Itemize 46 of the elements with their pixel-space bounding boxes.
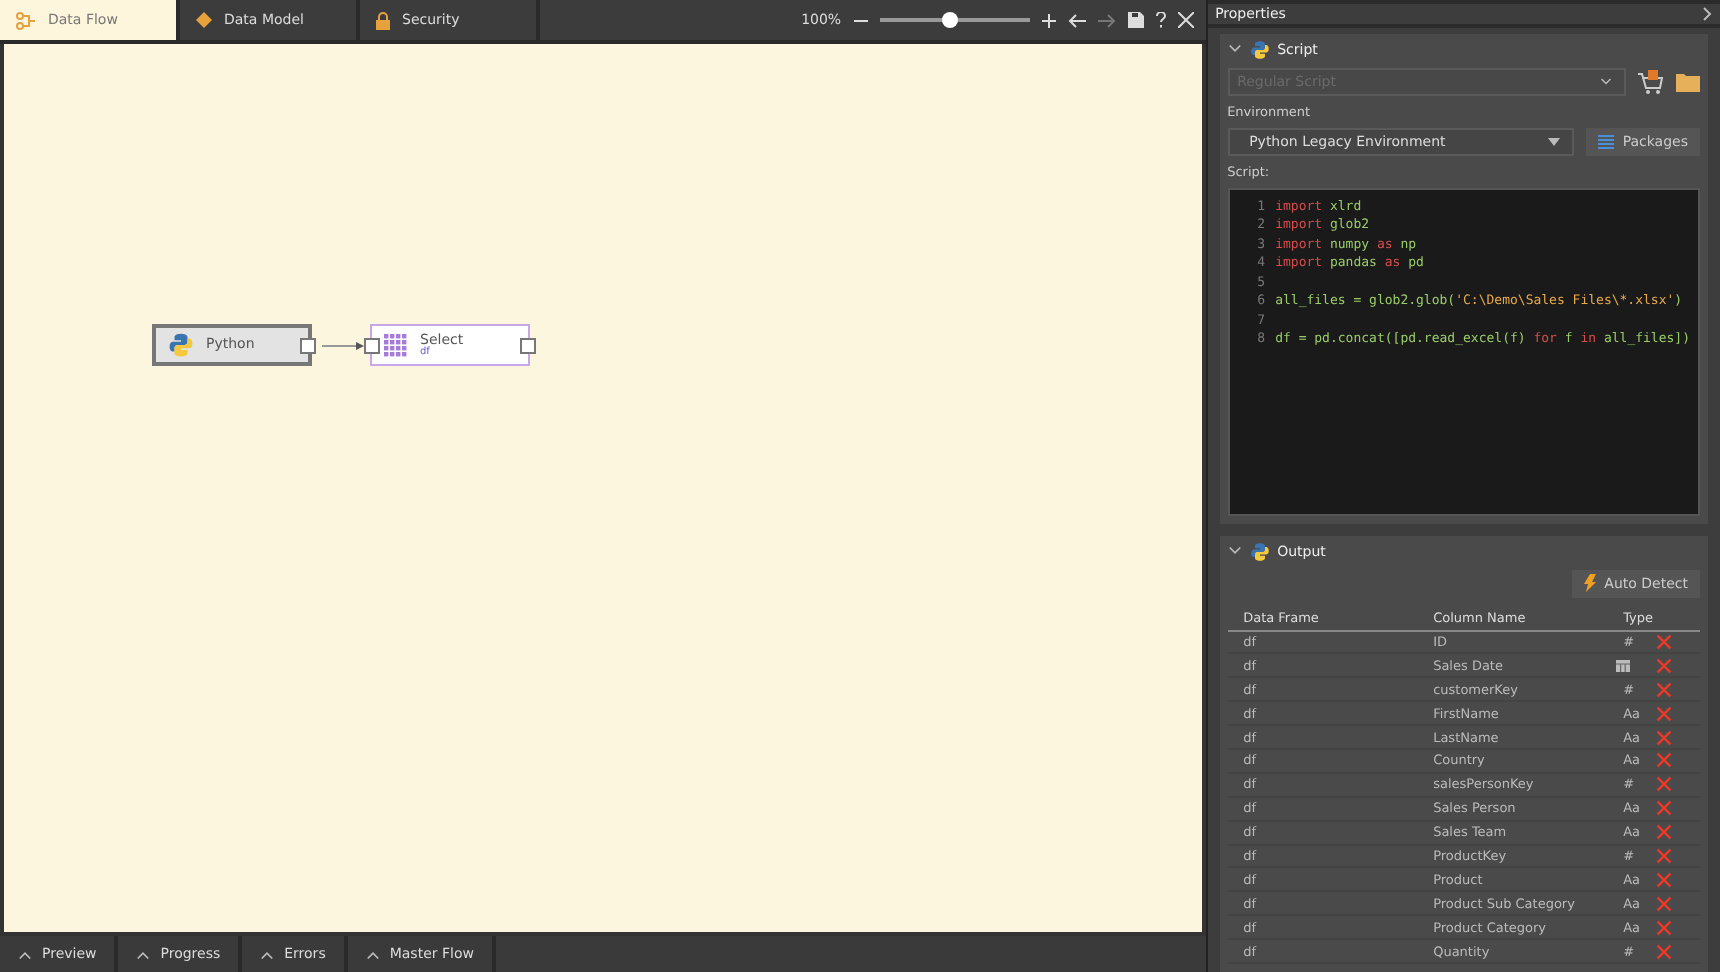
- flow-icon: [16, 11, 36, 29]
- delete-icon[interactable]: [1655, 776, 1672, 793]
- caret-icon: [136, 947, 151, 961]
- dropdown-arrow-icon: [1548, 137, 1561, 146]
- forward-arrow-icon[interactable]: [1097, 13, 1116, 27]
- connector-arrow: [322, 342, 366, 350]
- help-icon[interactable]: [1155, 12, 1166, 28]
- delete-icon[interactable]: [1655, 871, 1672, 888]
- output-port[interactable]: [520, 337, 536, 353]
- python-icon: [168, 332, 194, 358]
- python-icon: [1249, 39, 1270, 60]
- delete-icon[interactable]: [1655, 705, 1672, 722]
- cart-icon[interactable]: [1638, 69, 1664, 94]
- close-icon[interactable]: [1177, 12, 1194, 28]
- save-icon[interactable]: [1127, 12, 1144, 28]
- lightning-icon: [1584, 574, 1597, 593]
- chevron-down-icon[interactable]: [1227, 544, 1242, 559]
- delete-icon[interactable]: [1655, 681, 1672, 698]
- caret-icon: [18, 947, 32, 961]
- delete-icon[interactable]: [1655, 657, 1672, 674]
- delete-icon[interactable]: [1655, 729, 1672, 746]
- list-icon: [1598, 133, 1615, 150]
- chevron-down-icon[interactable]: [1227, 42, 1242, 57]
- chevron-right-icon[interactable]: [1702, 5, 1712, 22]
- delete-icon[interactable]: [1655, 752, 1672, 769]
- delete-icon[interactable]: [1655, 919, 1672, 936]
- caret-icon: [260, 947, 275, 961]
- calendar-icon: [1615, 659, 1630, 672]
- delete-icon[interactable]: [1655, 847, 1672, 864]
- folder-icon[interactable]: [1676, 71, 1700, 92]
- delete-icon[interactable]: [1655, 895, 1672, 912]
- zoom-in-icon[interactable]: [1041, 13, 1056, 27]
- back-arrow-icon[interactable]: [1067, 13, 1086, 27]
- delete-icon[interactable]: [1655, 943, 1672, 960]
- cube-icon: [196, 12, 212, 28]
- python-icon: [1249, 541, 1270, 562]
- lock-icon: [376, 11, 390, 29]
- delete-icon[interactable]: [1655, 824, 1672, 841]
- input-port[interactable]: [364, 337, 380, 353]
- chevron-down-icon: [1600, 75, 1612, 88]
- output-port[interactable]: [300, 337, 316, 353]
- delete-icon[interactable]: [1655, 633, 1672, 650]
- slider-thumb[interactable]: [941, 12, 958, 28]
- delete-icon[interactable]: [1655, 800, 1672, 817]
- caret-icon: [365, 947, 380, 961]
- grid-icon: [384, 333, 408, 357]
